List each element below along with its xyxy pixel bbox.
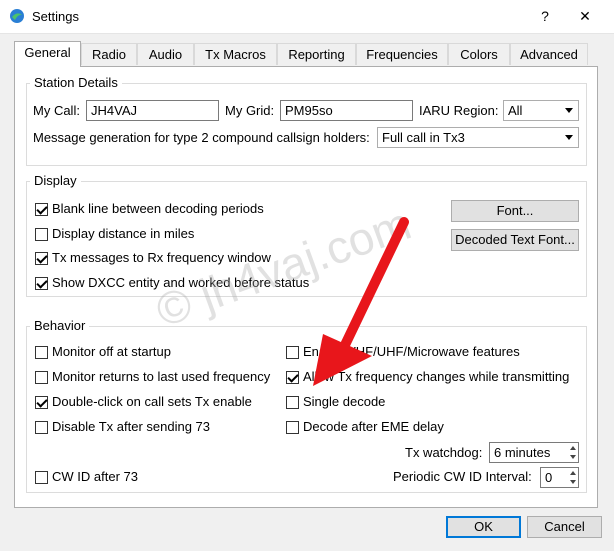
distance-miles-label: Display distance in miles (52, 226, 195, 241)
spin-down-icon[interactable] (570, 455, 576, 459)
msg-gen-value: Full call in Tx3 (382, 130, 465, 145)
monitor-returns-label: Monitor returns to last used frequency (52, 369, 271, 384)
monitor-off-checkbox[interactable] (35, 346, 48, 359)
tab-reporting[interactable]: Reporting (277, 43, 356, 65)
chevron-down-icon (565, 135, 573, 140)
tx-messages-label: Tx messages to Rx frequency window (52, 250, 271, 265)
window-title: Settings (32, 9, 79, 24)
blank-line-checkbox[interactable] (35, 203, 48, 216)
dxcc-status-checkbox[interactable] (35, 277, 48, 290)
my-call-input[interactable]: JH4VAJ (86, 100, 219, 121)
eme-delay-checkbox[interactable] (286, 421, 299, 434)
cancel-button[interactable]: Cancel (527, 516, 602, 538)
tab-audio[interactable]: Audio (137, 43, 194, 65)
periodic-cw-label: Periodic CW ID Interval: (393, 469, 532, 484)
my-call-label: My Call: (33, 103, 80, 118)
single-decode-label: Single decode (303, 394, 386, 409)
iaru-region-select[interactable]: All (503, 100, 579, 121)
tab-radio[interactable]: Radio (81, 43, 137, 65)
allow-tx-freq-label: Allow Tx frequency changes while transmi… (303, 369, 570, 384)
blank-line-label: Blank line between decoding periods (52, 201, 264, 216)
my-grid-input[interactable]: PM95so (280, 100, 413, 121)
station-details-group (26, 83, 587, 166)
display-title: Display (30, 173, 81, 188)
tx-watchdog-label: Tx watchdog: (405, 445, 483, 460)
close-button[interactable]: ✕ (570, 6, 600, 26)
cw-id-label: CW ID after 73 (52, 469, 138, 484)
tab-tx-macros[interactable]: Tx Macros (194, 43, 277, 65)
title-bar: Settings ? ✕ (0, 0, 614, 34)
dxcc-status-label: Show DXCC entity and worked before statu… (52, 275, 310, 290)
decoded-text-font-button[interactable]: Decoded Text Font... (451, 229, 579, 251)
my-grid-label: My Grid: (225, 103, 275, 118)
distance-miles-checkbox[interactable] (35, 228, 48, 241)
vhf-features-checkbox[interactable] (286, 346, 299, 359)
single-decode-checkbox[interactable] (286, 396, 299, 409)
tx-messages-checkbox[interactable] (35, 252, 48, 265)
settings-panel: Station Details My Call: JH4VAJ My Grid:… (14, 66, 598, 508)
disable-tx-checkbox[interactable] (35, 421, 48, 434)
spin-up-icon[interactable] (570, 471, 576, 475)
ok-button[interactable]: OK (446, 516, 521, 538)
msg-gen-label: Message generation for type 2 compound c… (33, 130, 370, 145)
disable-tx-label: Disable Tx after sending 73 (52, 419, 211, 434)
cw-id-checkbox[interactable] (35, 471, 48, 484)
spin-down-icon[interactable] (570, 480, 576, 484)
double-click-label: Double-click on call sets Tx enable (52, 394, 252, 409)
tab-colors[interactable]: Colors (448, 43, 510, 65)
monitor-off-label: Monitor off at startup (52, 344, 171, 359)
allow-tx-freq-checkbox[interactable] (286, 371, 299, 384)
station-details-title: Station Details (30, 75, 122, 90)
vhf-features-label: Enable VHF/UHF/Microwave features (303, 344, 520, 359)
app-icon (10, 9, 24, 23)
help-button[interactable]: ? (533, 6, 557, 26)
spin-up-icon[interactable] (570, 446, 576, 450)
msg-gen-select[interactable]: Full call in Tx3 (377, 127, 579, 148)
eme-delay-label: Decode after EME delay (303, 419, 444, 434)
tab-advanced[interactable]: Advanced (510, 43, 588, 65)
tab-frequencies[interactable]: Frequencies (356, 43, 448, 65)
tx-watchdog-spinbox[interactable]: 6 minutes (489, 442, 579, 463)
iaru-region-label: IARU Region: (419, 103, 499, 118)
periodic-cw-value: 0 (545, 470, 553, 485)
periodic-cw-spinbox[interactable]: 0 (540, 467, 579, 488)
tx-watchdog-value: 6 minutes (494, 445, 551, 460)
iaru-region-value: All (508, 103, 523, 118)
chevron-down-icon (565, 108, 573, 113)
font-button[interactable]: Font... (451, 200, 579, 222)
behavior-title: Behavior (30, 318, 90, 333)
double-click-checkbox[interactable] (35, 396, 48, 409)
tab-general[interactable]: General (14, 41, 81, 67)
monitor-returns-checkbox[interactable] (35, 371, 48, 384)
